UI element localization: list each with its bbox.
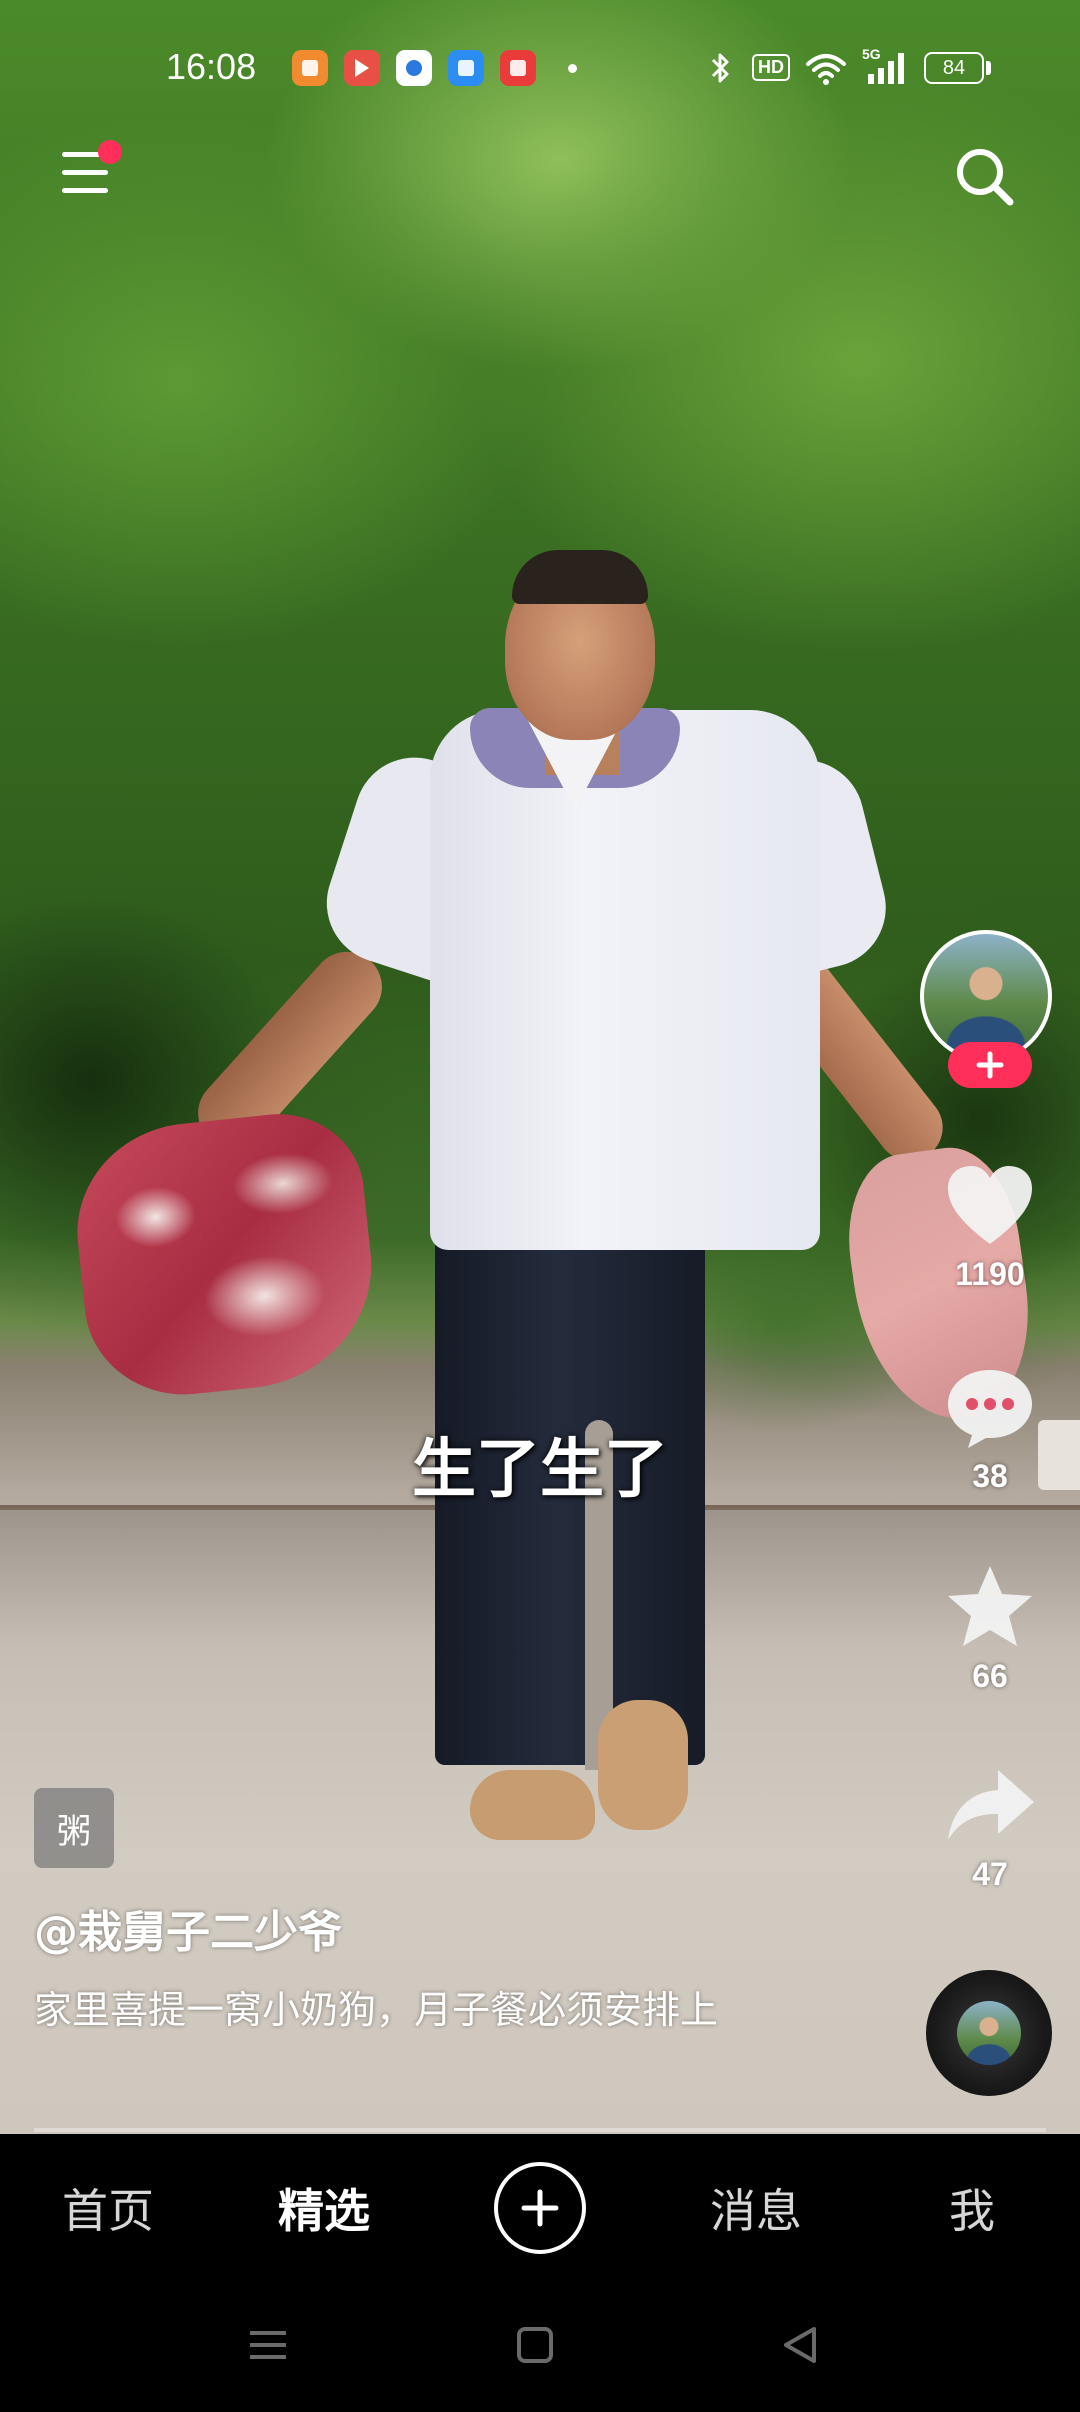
heart-icon <box>948 1166 1032 1244</box>
comment-count: 38 <box>972 1458 1008 1494</box>
music-cover <box>957 2001 1021 2065</box>
video-app-icon <box>344 50 380 86</box>
battery-indicator: 84 <box>924 52 984 84</box>
meat-left-hand <box>66 1105 384 1405</box>
wifi-icon <box>806 54 846 85</box>
nav-create[interactable] <box>432 2134 648 2282</box>
right-sandal <box>598 1700 688 1830</box>
back-button[interactable] <box>760 2310 840 2380</box>
status-bar: 16:08 HD 5G 84 <box>0 0 1080 140</box>
share-arrow-icon <box>948 1770 1034 1840</box>
recent-apps-button[interactable] <box>228 2310 308 2380</box>
video-progress-bar[interactable] <box>34 2128 1046 2132</box>
menu-lines-icon <box>250 2331 286 2359</box>
share-count: 47 <box>972 1856 1008 1892</box>
books-app-icon <box>292 50 328 86</box>
nav-me[interactable]: 我 <box>864 2134 1080 2282</box>
nav-featured[interactable]: 精选 <box>216 2134 432 2282</box>
comment-button[interactable]: 38 <box>930 1362 1050 1495</box>
browser-app-icon <box>396 50 432 86</box>
music-disc[interactable] <box>926 1970 1052 2096</box>
notification-badge <box>98 140 122 164</box>
bottom-navigation: 首页 精选 消息 我 <box>0 2134 1080 2282</box>
favorite-button[interactable]: 66 <box>930 1562 1050 1695</box>
music-app-icon <box>500 50 536 86</box>
hd-badge: HD <box>752 54 790 81</box>
plus-circle-icon <box>521 2189 559 2227</box>
hamburger-menu-icon[interactable] <box>58 140 122 204</box>
battery-tip <box>986 61 991 75</box>
follow-button[interactable] <box>948 1042 1032 1088</box>
plus-icon <box>976 1051 1004 1079</box>
share-button[interactable]: 47 <box>930 1760 1050 1893</box>
video-person <box>0 0 1080 2134</box>
video-description[interactable]: 家里喜提一窝小奶狗，月子餐必须安排上 <box>34 1978 754 2042</box>
video-frame[interactable] <box>0 0 1080 2134</box>
nav-home[interactable]: 首页 <box>0 2134 216 2282</box>
polo-shirt <box>430 710 820 1250</box>
square-icon <box>517 2327 553 2363</box>
star-icon <box>948 1566 1032 1646</box>
menu-line <box>62 170 108 175</box>
search-icon[interactable] <box>952 144 1018 210</box>
battery-level: 84 <box>942 56 966 79</box>
create-button[interactable] <box>494 2162 586 2254</box>
files-app-icon <box>448 50 484 86</box>
menu-line <box>62 188 108 193</box>
comment-icon <box>948 1370 1032 1448</box>
status-time: 16:08 <box>166 46 257 87</box>
hair <box>512 550 648 604</box>
like-count: 1190 <box>955 1256 1025 1292</box>
bluetooth-icon <box>711 53 729 83</box>
system-navigation-bar <box>0 2282 1080 2412</box>
author-name[interactable]: @栽舅子二少爷 <box>34 1896 342 1960</box>
left-sandal <box>470 1770 595 1840</box>
video-tag-chip[interactable]: 粥 <box>34 1788 114 1868</box>
video-subtitle: 生了生了 <box>412 1433 668 1507</box>
nav-messages[interactable]: 消息 <box>648 2134 864 2282</box>
favorite-count: 66 <box>972 1658 1008 1694</box>
back-triangle-icon <box>784 2327 816 2363</box>
cellular-signal-icon <box>868 53 904 84</box>
more-notifications-dot <box>568 64 577 73</box>
home-button[interactable] <box>495 2310 575 2380</box>
like-button[interactable]: 1190 <box>930 1160 1050 1293</box>
